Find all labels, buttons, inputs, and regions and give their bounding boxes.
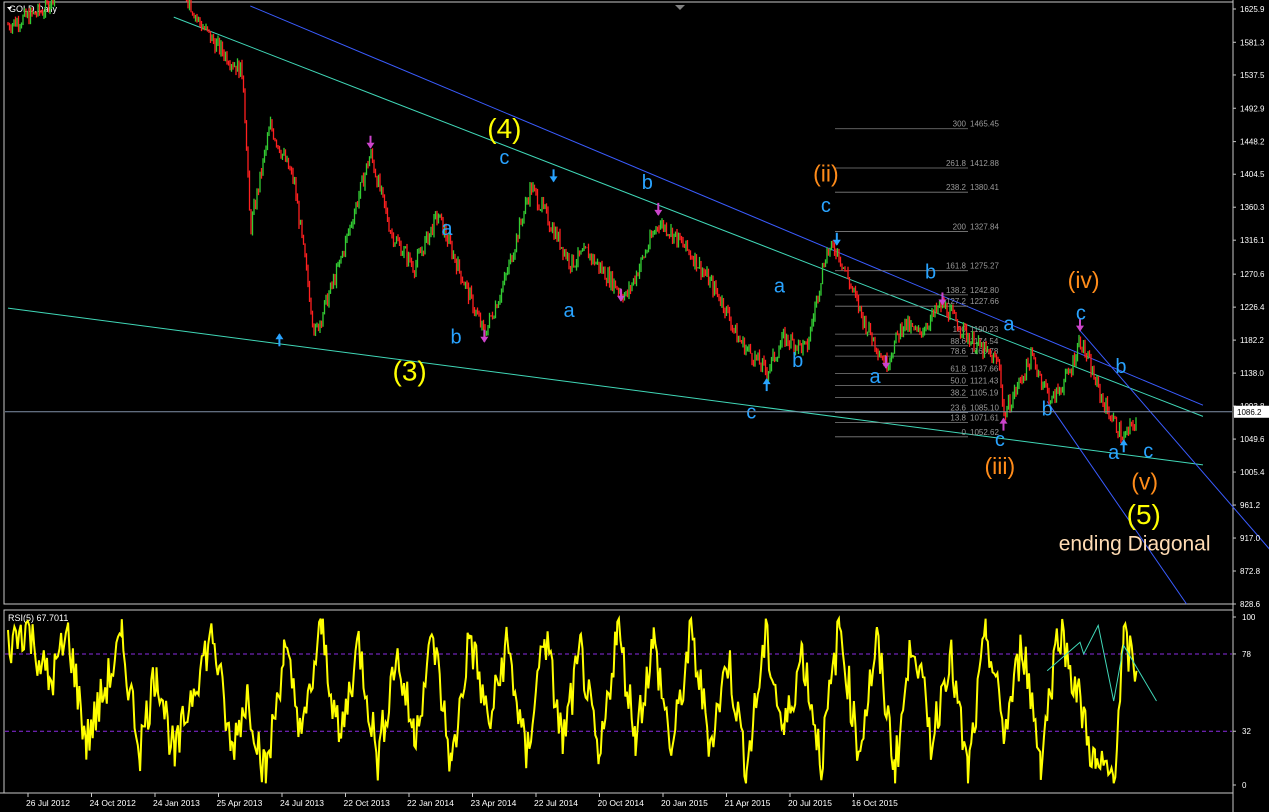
wave-label: c	[1143, 440, 1153, 462]
time-tick-label: 20 Jul 2015	[788, 798, 832, 808]
price-tick-label: 1138.0	[1240, 369, 1264, 378]
fib-level-price: 1227.66	[970, 297, 999, 306]
price-tick-label: 1537.5	[1240, 71, 1265, 80]
price-tick-label: 1448.2	[1240, 138, 1265, 147]
time-tick-label: 20 Jan 2015	[661, 798, 708, 808]
price-tick-label: 1492.9	[1240, 104, 1265, 113]
time-tick-label: 20 Oct 2014	[598, 798, 645, 808]
wave-label: c	[746, 402, 756, 424]
wave-label: a	[1003, 314, 1015, 336]
price-tick-label: 961.2	[1240, 501, 1261, 510]
time-tick-label: 22 Jul 2014	[534, 798, 578, 808]
time-tick-label: 24 Oct 2012	[90, 798, 137, 808]
time-tick-label: 24 Jan 2013	[153, 798, 200, 808]
rsi-tick-label: 0	[1242, 781, 1247, 790]
price-tick-label: 1581.3	[1240, 38, 1265, 47]
wave-label: b	[1042, 399, 1053, 421]
fib-level-price: 1242.80	[970, 286, 999, 295]
wave-label: (ii)	[813, 160, 839, 186]
wave-label: c	[821, 195, 831, 217]
fib-level-ratio: 0	[962, 428, 967, 437]
fib-level-price: 1275.27	[970, 262, 999, 271]
price-tick-label: 1316.1	[1240, 236, 1265, 245]
price-tick-label: 828.6	[1240, 600, 1261, 609]
main-pane-frame	[3, 1, 1234, 605]
wave-label: ending Diagonal	[1059, 533, 1211, 556]
fib-level-ratio: 50.0	[950, 376, 966, 385]
rsi-title: RSI(5) 67.7011	[8, 613, 68, 623]
price-tick-label: 1360.3	[1240, 203, 1265, 212]
fib-level-price: 1085.10	[970, 404, 999, 413]
wave-label: (3)	[393, 356, 427, 387]
wave-label: (iv)	[1068, 267, 1100, 293]
fib-level-ratio: 300	[953, 120, 967, 129]
wave-label: c	[1076, 302, 1086, 324]
fib-level-ratio: 161.8	[946, 262, 967, 271]
price-tick-label: 1182.2	[1240, 336, 1264, 345]
fib-level-ratio: 78.6	[950, 347, 966, 356]
fib-level-price: 1071.61	[970, 414, 999, 423]
wave-label: a	[870, 366, 882, 388]
wave-label: c	[995, 429, 1005, 451]
fib-level-ratio: 261.8	[946, 159, 967, 168]
fib-level-price: 1380.41	[970, 183, 999, 192]
wave-label: (iii)	[985, 453, 1016, 479]
time-tick-label: 25 Apr 2013	[217, 798, 263, 808]
price-tick-label: 872.8	[1240, 567, 1261, 576]
fib-level-price: 1105.19	[970, 389, 999, 398]
wave-label: (4)	[487, 113, 521, 144]
price-tick-label: 1049.6	[1240, 435, 1265, 444]
rsi-tick-label: 100	[1242, 613, 1256, 622]
wave-label: b	[792, 350, 803, 372]
fib-level-ratio: 138.2	[946, 286, 967, 295]
wave-label: a	[774, 276, 786, 298]
price-tick-label: 1404.5	[1240, 170, 1265, 179]
wave-label: b	[925, 261, 936, 283]
price-tick-label: 1226.4	[1240, 303, 1265, 312]
fib-level-price: 1465.45	[970, 120, 999, 129]
wave-label: a	[1108, 442, 1120, 464]
fib-level-ratio: 200	[953, 222, 967, 231]
wave-label: (v)	[1131, 469, 1158, 495]
fib-level-ratio: 61.8	[950, 364, 966, 373]
price-tick-label: 1270.6	[1240, 270, 1265, 279]
time-tick-label: 22 Jan 2014	[407, 798, 454, 808]
time-tick-label: 21 Apr 2015	[725, 798, 771, 808]
time-tick-label: 23 Apr 2014	[471, 798, 517, 808]
trading-chart-window: GOLD,Daily RSI(5) 67.7011 300 1465.45 261.…	[0, 0, 1269, 812]
chart-canvas[interactable]: GOLD,Daily RSI(5) 67.7011 300 1465.45261.…	[0, 0, 1269, 812]
wave-label: c	[499, 147, 509, 169]
current-price-label: 1086.2	[1237, 408, 1262, 417]
price-tick-label: 1625.9	[1240, 5, 1265, 14]
fib-level-ratio: 23.6	[950, 404, 966, 413]
fib-level-ratio: 238.2	[946, 183, 967, 192]
time-tick-label: 24 Jul 2013	[280, 798, 324, 808]
fib-level-price: 1121.43	[970, 376, 999, 385]
wave-label: b	[642, 172, 653, 194]
rsi-tick-label: 32	[1242, 727, 1251, 736]
time-tick-label: 16 Oct 2015	[852, 798, 899, 808]
wave-label: b	[1115, 356, 1126, 378]
fib-level-price: 1412.88	[970, 159, 999, 168]
wave-label: a	[441, 218, 453, 240]
price-tick-label: 1005.4	[1240, 468, 1265, 477]
fib-level-ratio: 13.8	[950, 414, 966, 423]
time-tick-label: 26 Jul 2012	[26, 798, 70, 808]
rsi-tick-label: 78	[1242, 650, 1251, 659]
fib-level-ratio: 127.2	[946, 297, 967, 306]
fib-level-price: 1327.84	[970, 222, 999, 231]
wave-label: (5)	[1127, 499, 1161, 530]
wave-label: b	[451, 326, 462, 348]
fib-level-price: 1137.66	[970, 364, 999, 373]
wave-label: a	[563, 300, 575, 322]
price-tick-label: 917.0	[1240, 534, 1261, 543]
time-tick-label: 22 Oct 2013	[344, 798, 391, 808]
fib-level-ratio: 38.2	[950, 389, 966, 398]
